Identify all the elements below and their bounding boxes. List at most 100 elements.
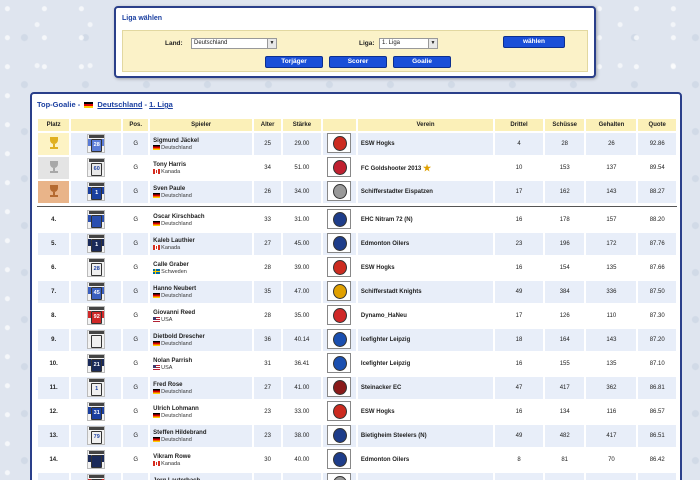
tab-torjaeger[interactable]: Torjäger bbox=[265, 56, 323, 68]
player-name[interactable]: Vikram Rowe bbox=[153, 453, 252, 461]
jersey-icon[interactable]: 1 bbox=[87, 233, 106, 253]
team-cell[interactable]: Icefighter Leipzig bbox=[356, 352, 495, 376]
table-row[interactable]: 60 G Tony Harris Kanada 34 51.00 FC Golds… bbox=[37, 156, 677, 180]
team-cell[interactable]: ESW Hogks bbox=[356, 400, 495, 424]
team-cell[interactable]: Schifferstadt Knights bbox=[356, 280, 495, 304]
team-cell[interactable]: ESW Hogks bbox=[356, 256, 495, 280]
team-logo-icon[interactable] bbox=[327, 257, 352, 277]
player-name[interactable]: Steffen Hildebrand bbox=[153, 429, 252, 437]
team-name[interactable]: EHC Nitram 72 (N) bbox=[361, 217, 413, 223]
team-logo-icon[interactable] bbox=[327, 281, 352, 301]
team-cell[interactable]: Edmonton Oilers bbox=[356, 232, 495, 256]
jersey-icon[interactable]: 21 bbox=[87, 353, 106, 373]
table-row[interactable]: 9. G Dietbold Drescher Deutschland 36 40.… bbox=[37, 328, 677, 352]
team-name[interactable]: Schifferstadter Eispatzen bbox=[361, 189, 433, 195]
team-name[interactable]: Edmonton Oilers bbox=[361, 241, 409, 247]
jersey-icon[interactable]: 40 bbox=[87, 473, 106, 480]
jersey-icon[interactable] bbox=[87, 449, 106, 469]
table-row[interactable]: 13. 79 G Steffen Hildebrand Deutschland … bbox=[37, 424, 677, 448]
jersey-icon[interactable]: 60 bbox=[87, 157, 106, 177]
team-cell[interactable]: Schifferstadter Eispatzen bbox=[356, 472, 495, 480]
team-name[interactable]: Dynamo_HaNeu bbox=[361, 313, 407, 319]
tab-goalie[interactable]: Goalie bbox=[393, 56, 451, 68]
player-name[interactable]: Calle Graber bbox=[153, 261, 252, 269]
jersey-icon[interactable]: 28 bbox=[87, 257, 106, 277]
player-cell[interactable]: Giovanni Reed USA bbox=[149, 304, 254, 328]
player-name[interactable]: Kaleb Lauthier bbox=[153, 237, 252, 245]
team-name[interactable]: Schifferstadt Knights bbox=[361, 289, 422, 295]
jersey-icon[interactable] bbox=[87, 209, 106, 229]
country-link[interactable]: Deutschland bbox=[97, 100, 142, 109]
player-cell[interactable]: Kaleb Lauthier Kanada bbox=[149, 232, 254, 256]
team-cell[interactable]: FC Goldshooter 2013 ★ bbox=[356, 156, 495, 180]
team-logo-icon[interactable] bbox=[327, 353, 352, 373]
land-select[interactable]: Deutschland ▼ bbox=[191, 38, 277, 49]
team-logo-icon[interactable] bbox=[327, 181, 352, 201]
team-logo-icon[interactable] bbox=[327, 425, 352, 445]
team-cell[interactable]: ESW Hogks bbox=[356, 132, 495, 156]
player-cell[interactable]: Calle Graber Schweden bbox=[149, 256, 254, 280]
team-name[interactable]: ESW Hogks bbox=[361, 141, 395, 147]
player-cell[interactable]: Fred Rose Deutschland bbox=[149, 376, 254, 400]
jersey-icon[interactable]: 1 bbox=[87, 377, 106, 397]
team-name[interactable]: ESW Hogks bbox=[361, 265, 395, 271]
player-name[interactable]: Giovanni Reed bbox=[153, 309, 252, 317]
player-name[interactable]: Hanno Neubert bbox=[153, 285, 252, 293]
jersey-icon[interactable]: 31 bbox=[87, 401, 106, 421]
player-cell[interactable]: Tony Harris Kanada bbox=[149, 156, 254, 180]
team-name[interactable]: Steinacker EC bbox=[361, 385, 401, 391]
table-row[interactable]: 1 G Sven Paule Deutschland 26 34.00 Schif… bbox=[37, 180, 677, 204]
team-name[interactable]: Icefighter Leipzig bbox=[361, 361, 410, 367]
jersey-icon[interactable]: 28 bbox=[87, 133, 106, 153]
team-logo-icon[interactable] bbox=[327, 305, 352, 325]
player-name[interactable]: Dietbold Drescher bbox=[153, 333, 252, 341]
team-logo-icon[interactable] bbox=[327, 401, 352, 421]
team-cell[interactable]: Edmonton Oilers bbox=[356, 448, 495, 472]
player-name[interactable]: Sven Paule bbox=[153, 185, 252, 193]
table-row[interactable]: 5. 1 G Kaleb Lauthier Kanada 27 45.00 Edm… bbox=[37, 232, 677, 256]
liga-select[interactable]: 1. Liga ▼ bbox=[379, 38, 438, 49]
team-logo-icon[interactable] bbox=[327, 133, 352, 153]
team-logo-icon[interactable] bbox=[327, 449, 352, 469]
table-row[interactable]: 14. G Vikram Rowe Kanada 30 40.00 Edmonto… bbox=[37, 448, 677, 472]
player-name[interactable]: Ulrich Lohmann bbox=[153, 405, 252, 413]
team-logo-icon[interactable] bbox=[327, 329, 352, 349]
table-row[interactable]: 28 G Sigmund Jäckel Deutschland 25 29.00 … bbox=[37, 132, 677, 156]
player-name[interactable]: Oscar Kirschbach bbox=[153, 213, 252, 221]
select-league-button[interactable]: wählen bbox=[503, 36, 565, 48]
jersey-icon[interactable]: 1 bbox=[87, 181, 106, 201]
player-cell[interactable]: Dietbold Drescher Deutschland bbox=[149, 328, 254, 352]
player-name[interactable]: Sigmund Jäckel bbox=[153, 137, 252, 145]
table-row[interactable]: 10. 21 G Nolan Parrish USA 31 36.41 Icefi… bbox=[37, 352, 677, 376]
league-link[interactable]: 1. Liga bbox=[149, 100, 173, 109]
player-cell[interactable]: Sigmund Jäckel Deutschland bbox=[149, 132, 254, 156]
team-name[interactable]: Icefighter Leipzig bbox=[361, 337, 410, 343]
player-cell[interactable]: Sven Paule Deutschland bbox=[149, 180, 254, 204]
team-cell[interactable]: Steinacker EC bbox=[356, 376, 495, 400]
player-name[interactable]: Fred Rose bbox=[153, 381, 252, 389]
team-logo-icon[interactable] bbox=[327, 473, 352, 480]
team-logo-icon[interactable] bbox=[327, 209, 352, 229]
team-cell[interactable]: Bietigheim Steelers (N) bbox=[356, 424, 495, 448]
tab-scorer[interactable]: Scorer bbox=[329, 56, 387, 68]
player-cell[interactable]: Ulrich Lohmann Deutschland bbox=[149, 400, 254, 424]
table-row[interactable]: 7. 45 G Hanno Neubert Deutschland 35 47.0… bbox=[37, 280, 677, 304]
table-row[interactable]: 11. 1 G Fred Rose Deutschland 27 41.00 St… bbox=[37, 376, 677, 400]
table-row[interactable]: 8. 92 G Giovanni Reed USA 28 35.00 Dynamo… bbox=[37, 304, 677, 328]
player-name[interactable]: Nolan Parrish bbox=[153, 357, 252, 365]
team-logo-icon[interactable] bbox=[327, 157, 352, 177]
table-row[interactable]: 15. 40 G Jorg Lauterbach Deutschland 284… bbox=[37, 472, 677, 480]
player-name[interactable]: Jorg Lauterbach bbox=[153, 477, 252, 480]
jersey-icon[interactable] bbox=[87, 329, 106, 349]
team-logo-icon[interactable] bbox=[327, 377, 352, 397]
player-cell[interactable]: Oscar Kirschbach Deutschland bbox=[149, 208, 254, 232]
player-cell[interactable]: Hanno Neubert Deutschland bbox=[149, 280, 254, 304]
team-cell[interactable]: EHC Nitram 72 (N) bbox=[356, 208, 495, 232]
table-row[interactable]: 6. 28 G Calle Graber Schweden 28 39.00 ES… bbox=[37, 256, 677, 280]
player-name[interactable]: Tony Harris bbox=[153, 161, 252, 169]
table-row[interactable]: 4. G Oscar Kirschbach Deutschland 33 31.0… bbox=[37, 208, 677, 232]
jersey-icon[interactable]: 45 bbox=[87, 281, 106, 301]
team-cell[interactable]: Dynamo_HaNeu bbox=[356, 304, 495, 328]
player-cell[interactable]: Jorg Lauterbach Deutschland bbox=[149, 472, 254, 480]
team-name[interactable]: Edmonton Oilers bbox=[361, 457, 409, 463]
